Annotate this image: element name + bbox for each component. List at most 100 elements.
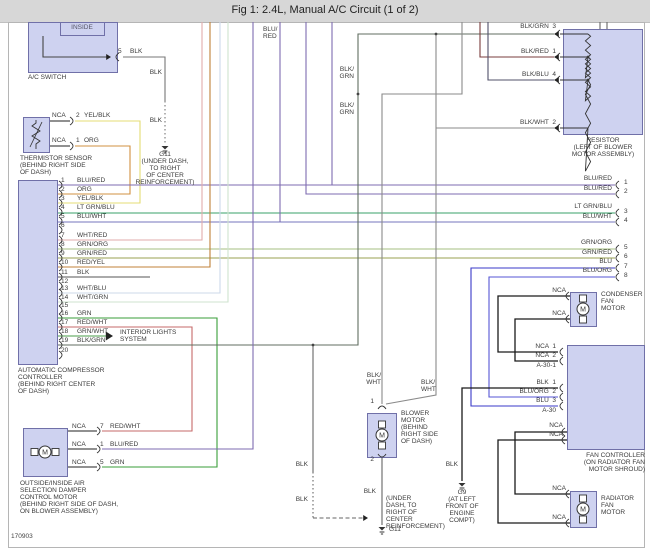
connector-arc-7	[615, 189, 620, 199]
g11-drop-blk-1: BLK	[295, 461, 308, 468]
controller-pin-num-20: 20	[61, 347, 69, 354]
connector-arc-18	[377, 405, 387, 410]
condenser-nca-2: NCA	[552, 310, 566, 317]
controller-pin-num-6: 6	[61, 222, 65, 229]
radiator-label: RADIATOR FAN MOTOR	[601, 495, 634, 516]
g9-blk: BLK	[445, 461, 458, 468]
resistor-pin-4-label: BLK/BLU 4	[522, 71, 556, 78]
edge-num-4: 4	[624, 217, 628, 224]
thermistor-pin-1: 1	[76, 137, 80, 144]
controller-pin-label-1: BLU/RED	[77, 177, 106, 184]
damper-wire-7: RED/WHT	[110, 423, 141, 430]
controller-pin-num-10: 10	[61, 259, 69, 266]
edge-label-4: BLU/WHT	[582, 213, 612, 220]
controller-pin-label-16: GRN	[77, 310, 92, 317]
fanctl-bluorg-2: BLU/ORG 2	[519, 388, 556, 395]
controller-pin-label-9: GRN/RED	[77, 250, 107, 257]
connector-arc-12	[615, 263, 620, 273]
controller-pin-label-18: GRN/WHT	[77, 328, 109, 335]
condenser-motor-symbol: M	[576, 294, 590, 324]
connector-arc-9	[615, 217, 620, 227]
controller-pin-label-17: RED/WHT	[77, 319, 108, 326]
controller-pin-label-11: BLK	[77, 269, 90, 276]
connector-arc-6	[615, 180, 620, 190]
damper-nca-7: NCA	[72, 423, 86, 430]
edge-label-5: GRN/ORG	[580, 239, 612, 246]
ac-pin-number: 5	[118, 48, 122, 55]
edge-num-5: 5	[624, 244, 628, 251]
thermistor-wire-1: ORG	[84, 137, 99, 144]
blower-pin-1: 1	[370, 398, 374, 405]
damper-pin-7: 7	[100, 423, 104, 430]
thermistor-wire-2: YEL/BLK	[84, 112, 111, 119]
fanctl-blu-3: BLU 3	[536, 397, 556, 404]
controller-pin-num-18: 18	[61, 328, 69, 335]
wiring-diagram-page: Fig 1: 2.4L, Manual A/C Circuit (1 of 2)…	[0, 0, 650, 557]
connector-arc-8	[615, 208, 620, 218]
thermistor-nca-2: NCA	[52, 112, 66, 119]
controller-pin-num-1: 1	[61, 177, 65, 184]
condenser-nca-1: NCA	[552, 287, 566, 294]
connector-arc-1	[69, 116, 74, 126]
controller-pin-num-11: 11	[61, 269, 68, 276]
damper-pin-5: 5	[100, 459, 104, 466]
wires-layer: M M M M	[29, 22, 620, 535]
damper-label: OUTSIDE/INSIDE AIR SELECTION DAMPER CONT…	[20, 480, 119, 515]
resistor-pin-1-label: BLK/RED 1	[520, 48, 556, 55]
controller-pin-label-7: WHT/RED	[77, 232, 108, 239]
connector-arc-22	[559, 383, 564, 393]
condenser-wire-1	[497, 295, 570, 353]
controller-pin-num-5: 5	[61, 213, 65, 220]
connector-arc-2	[69, 141, 74, 151]
edge-label-7: BLU	[599, 258, 612, 265]
controller-pin-num-13: 13	[61, 285, 69, 292]
controller-pin-label-2: ORG	[77, 186, 92, 193]
connector-arc-20	[559, 347, 564, 357]
fanctl-nca-b2: NCA	[549, 431, 563, 438]
controller-pin-num-17: 17	[61, 319, 69, 326]
connector-arc-13	[615, 272, 620, 282]
g9-text: G9 (AT LEFT FRONT OF ENGINE COMPT)	[445, 489, 479, 524]
connector-arc-11	[615, 253, 620, 263]
radiator-nca-1: NCA	[552, 485, 566, 492]
edge-label-2: BLU/RED	[583, 185, 612, 192]
interior-lights-label: INTERIOR LIGHTS SYSTEM	[120, 329, 177, 343]
thermistor-nca-1: NCA	[52, 137, 66, 144]
arrow-2	[363, 515, 368, 521]
controller-pin-num-15: 15	[61, 302, 69, 309]
controller-pin-num-9: 9	[61, 250, 65, 257]
wire-bluered-damper	[102, 22, 254, 450]
arrow-0	[106, 54, 111, 60]
connector-arc-10	[615, 244, 620, 254]
blkgrn-label-1: BLK/ GRN	[339, 66, 354, 80]
controller-pin-label-8: GRN/ORG	[77, 241, 109, 248]
wire-redyel	[58, 22, 211, 268]
controller-pin-num-8: 8	[61, 241, 65, 248]
edge-label-8: BLU/ORG	[582, 267, 612, 274]
controller-pin-label-19: BLK/GRN	[77, 337, 106, 344]
edge-num-8: 8	[624, 272, 628, 279]
blkgrn-label-2: BLK/ GRN	[339, 102, 354, 116]
fanctl-a30: A-30	[542, 407, 556, 414]
junction-dot-1	[356, 92, 360, 96]
connector-arc-23	[559, 392, 564, 402]
condenser-label: CONDENSER FAN MOTOR	[601, 291, 643, 312]
thermistor-pin-2: 2	[76, 112, 80, 119]
g11-top-label: G11 (UNDER DASH, TO RIGHT OF CENTER REIN…	[135, 151, 195, 186]
ac-switch-label: A/C SWITCH	[28, 74, 67, 81]
g11-drop-blk-2: BLK	[295, 496, 308, 503]
blured-riser-label: BLU/ RED	[263, 26, 278, 40]
blower-gnd-blk: BLK	[363, 488, 376, 495]
diagram-number: 170903	[11, 533, 33, 540]
edge-num-7: 7	[624, 263, 628, 270]
g11-name: G11	[389, 526, 401, 533]
junction-dot-2	[311, 343, 315, 347]
controller-pin-num-16: 16	[61, 310, 69, 317]
connector-arc-21	[559, 356, 564, 366]
controller-pin-num-3: 3	[61, 195, 65, 202]
edge-label-6: GRN/RED	[582, 249, 612, 256]
wire-blkwht-blower-a	[385, 34, 437, 405]
damper-wire-5: GRN	[110, 459, 125, 466]
controller-pin-num-2: 2	[61, 186, 65, 193]
controller-pin-label-10: RED/YEL	[77, 259, 105, 266]
